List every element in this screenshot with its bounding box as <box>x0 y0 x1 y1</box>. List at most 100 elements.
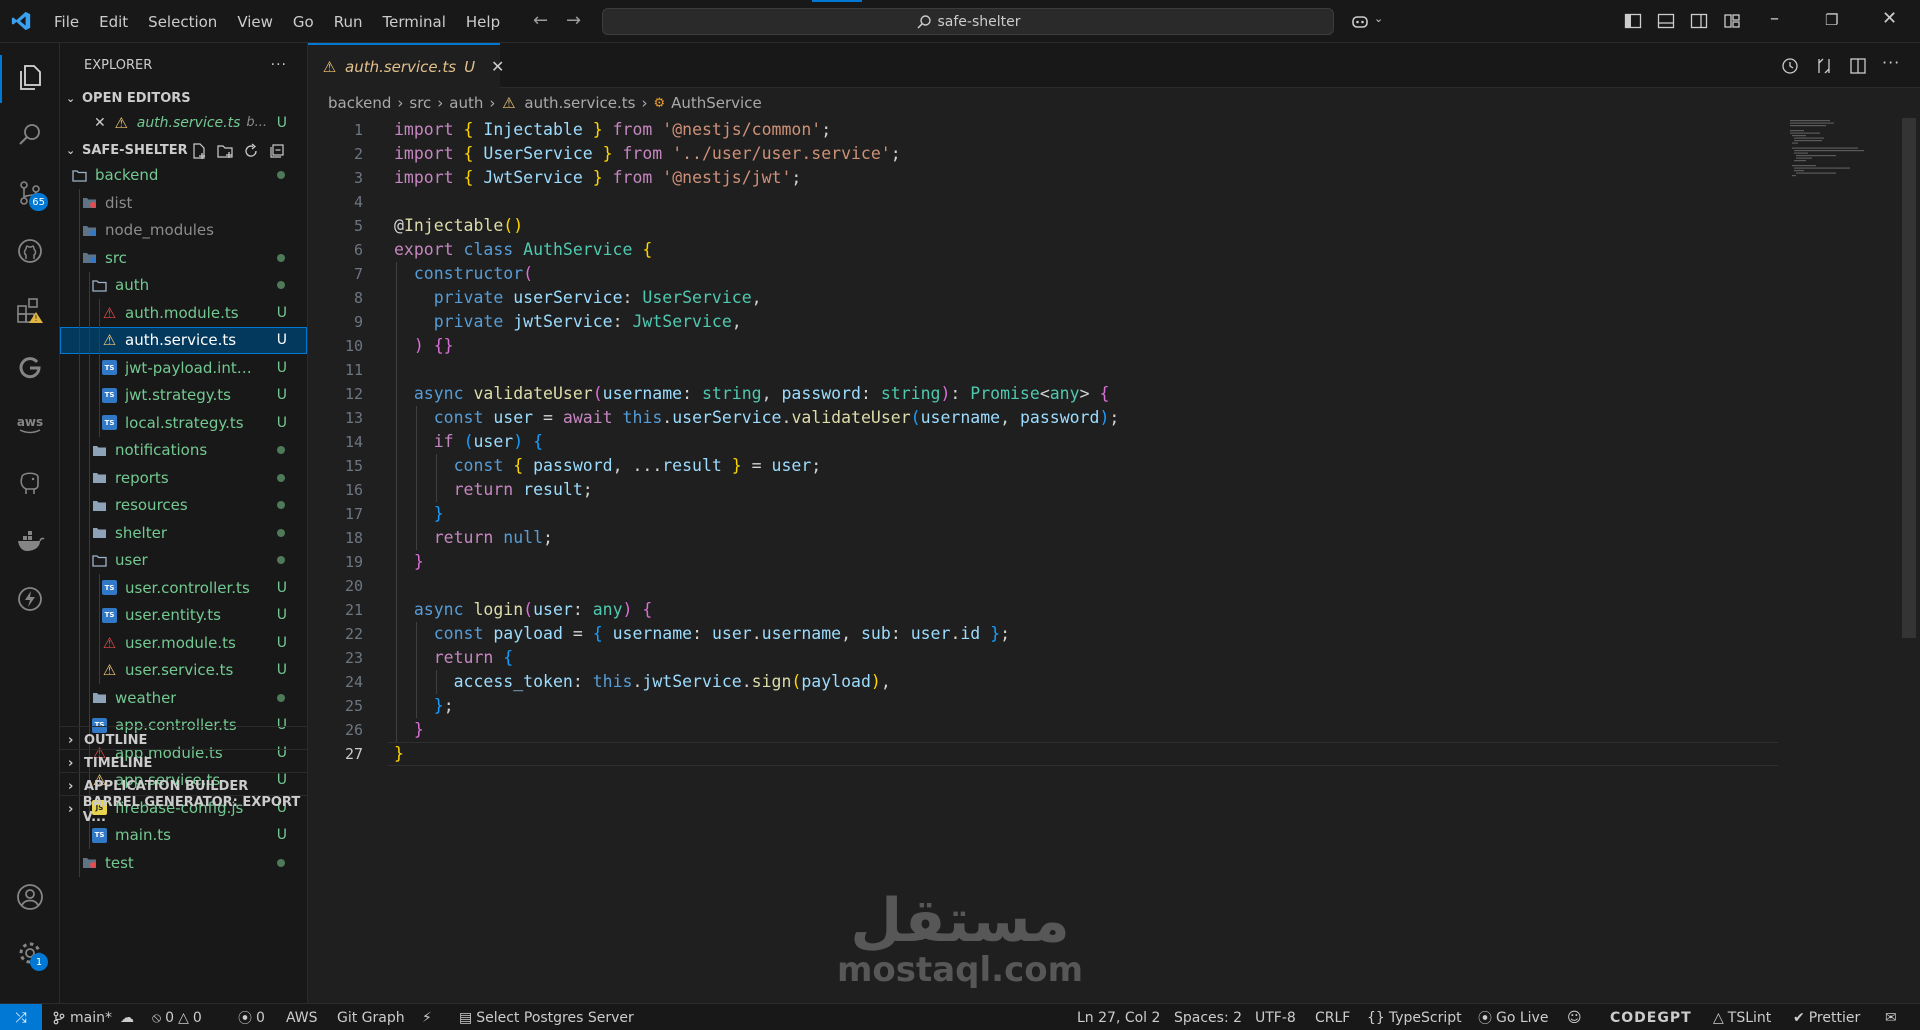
settings-gear-icon[interactable]: 1 <box>12 935 48 971</box>
open-editors-section[interactable]: ⌄ OPEN EDITORS <box>60 87 307 109</box>
tree-item[interactable]: reports <box>60 464 307 492</box>
sync-cloud-icon[interactable]: ☁ <box>120 1010 134 1026</box>
close-tab-icon[interactable]: ✕ <box>491 57 504 76</box>
breadcrumb-auth[interactable]: auth <box>449 94 483 112</box>
open-editor-item[interactable]: ✕ ⚠ auth.service.ts b... U <box>60 109 307 137</box>
code-token: validateUser <box>473 384 593 403</box>
copilot-icon[interactable] <box>1350 11 1370 31</box>
tree-item[interactable]: ⚠ auth.module.ts U <box>60 299 307 327</box>
split-editor-icon[interactable] <box>1848 56 1868 76</box>
tree-item[interactable]: weather <box>60 684 307 712</box>
explorer-icon[interactable] <box>12 59 48 95</box>
breadcrumb-src[interactable]: src <box>409 94 431 112</box>
toggle-panel-icon[interactable] <box>1656 11 1676 31</box>
tree-item[interactable]: dist <box>60 189 307 217</box>
forward-arrow-icon[interactable]: → <box>566 10 581 31</box>
postgres-elephant-icon[interactable] <box>12 465 48 501</box>
source-control-icon[interactable]: 65 <box>12 175 48 211</box>
search-view-icon[interactable] <box>12 117 48 153</box>
menu-file[interactable]: File <box>44 13 89 31</box>
command-center-search[interactable]: safe-shelter <box>602 8 1334 35</box>
git-graph-status[interactable]: Git Graph <box>337 1004 405 1030</box>
tree-item[interactable]: ⚠ user.service.ts U <box>60 656 307 684</box>
postgres-status[interactable]: ▤ Select Postgres Server <box>459 1004 634 1030</box>
menu-view[interactable]: View <box>227 13 283 31</box>
gitlens-icon[interactable] <box>12 349 48 385</box>
accounts-icon[interactable] <box>12 879 48 915</box>
menu-selection[interactable]: Selection <box>138 13 227 31</box>
branch-status[interactable]: main* ☁ <box>52 1004 134 1030</box>
tree-item[interactable]: backend <box>60 162 307 190</box>
breadcrumb-symbol[interactable]: AuthService <box>671 94 762 112</box>
tree-item[interactable]: TS main.ts U <box>60 821 307 849</box>
minimap[interactable] <box>1788 118 1888 178</box>
tree-item[interactable]: resources <box>60 491 307 519</box>
tree-item[interactable]: user <box>60 546 307 574</box>
aws-status[interactable]: AWS <box>286 1004 318 1030</box>
project-section[interactable]: ⌄ SAFE-SHELTER <box>60 140 307 162</box>
extensions-icon[interactable]: ! <box>12 291 48 327</box>
menu-terminal[interactable]: Terminal <box>373 13 456 31</box>
restore-icon[interactable]: ❐ <box>1825 11 1838 29</box>
prettier-status[interactable]: ✔ Prettier <box>1793 1004 1860 1030</box>
lightning-icon[interactable]: ⚡ <box>422 1004 432 1030</box>
thunder-client-icon[interactable] <box>12 581 48 617</box>
code-line: } <box>394 742 404 766</box>
tree-item[interactable]: ⚠ auth.service.ts U <box>60 326 307 354</box>
tree-item[interactable]: node_modules <box>60 216 307 244</box>
menu-edit[interactable]: Edit <box>89 13 138 31</box>
timeline-history-icon[interactable] <box>1780 56 1800 76</box>
tree-item[interactable]: auth <box>60 271 307 299</box>
copilot-chevron-icon[interactable]: ⌄ <box>1374 12 1383 25</box>
encoding-status[interactable]: UTF-8 <box>1255 1004 1296 1030</box>
breadcrumb-file[interactable]: auth.service.ts <box>524 94 635 112</box>
new-folder-icon[interactable] <box>216 142 234 160</box>
tree-item[interactable]: TS user.entity.ts U <box>60 601 307 629</box>
tslint-status[interactable]: △ TSLint <box>1713 1004 1771 1030</box>
customize-layout-icon[interactable] <box>1722 11 1742 31</box>
close-window-icon[interactable]: ✕ <box>1882 8 1897 29</box>
tree-item[interactable]: notifications <box>60 436 307 464</box>
refresh-icon[interactable] <box>242 142 260 160</box>
tree-item[interactable]: shelter <box>60 519 307 547</box>
explorer-more-icon[interactable]: ··· <box>271 57 287 73</box>
tree-item[interactable]: TS jwt-payload.interf... U <box>60 354 307 382</box>
ports-status[interactable]: ⦿ 0 <box>238 1004 265 1030</box>
close-editor-icon[interactable]: ✕ <box>94 115 106 131</box>
tree-item[interactable]: TS user.controller.ts U <box>60 574 307 602</box>
github-icon[interactable] <box>12 233 48 269</box>
breadcrumb-backend[interactable]: backend <box>328 94 391 112</box>
barrel-generator-section[interactable]: › BARREL GENERATOR: EXPORT V... <box>60 795 307 825</box>
toggle-secondary-sidebar-icon[interactable] <box>1689 11 1709 31</box>
notifications-bell-icon[interactable]: ✉ <box>1885 1004 1897 1030</box>
eol-status[interactable]: CRLF <box>1315 1004 1350 1030</box>
problems-status[interactable]: ⦸ 0 △ 0 <box>152 1004 202 1030</box>
indentation-status[interactable]: Spaces: 2 <box>1174 1004 1242 1030</box>
copilot-status-icon[interactable]: ☺ <box>1567 1004 1582 1030</box>
more-actions-icon[interactable]: ··· <box>1882 53 1900 72</box>
menu-run[interactable]: Run <box>324 13 373 31</box>
tree-item[interactable]: test <box>60 849 307 877</box>
tree-item[interactable]: TS local.strategy.ts U <box>60 409 307 437</box>
go-live-status[interactable]: ⦿ Go Live <box>1478 1004 1548 1030</box>
docker-whale-icon[interactable] <box>12 523 48 559</box>
open-changes-icon[interactable] <box>1814 56 1834 76</box>
tree-item[interactable]: src <box>60 244 307 272</box>
tree-item[interactable]: ⚠ user.module.ts U <box>60 629 307 657</box>
cursor-position-status[interactable]: Ln 27, Col 2 <box>1077 1004 1160 1030</box>
code-token: user <box>771 456 812 475</box>
tab-auth-service[interactable]: ⚠ auth.service.ts U ✕ <box>308 43 504 88</box>
remote-indicator-icon[interactable]: ⤮ <box>0 1004 42 1030</box>
codegpt-status[interactable]: CODEGPT <box>1610 1004 1692 1030</box>
menu-go[interactable]: Go <box>283 13 324 31</box>
vertical-scrollbar[interactable] <box>1902 118 1916 638</box>
collapse-all-icon[interactable] <box>268 142 286 160</box>
aws-icon[interactable]: aws <box>12 407 48 443</box>
new-file-icon[interactable] <box>190 142 208 160</box>
toggle-primary-sidebar-icon[interactable] <box>1623 11 1643 31</box>
menu-help[interactable]: Help <box>456 13 510 31</box>
language-status[interactable]: {} TypeScript <box>1367 1004 1462 1030</box>
back-arrow-icon[interactable]: ← <box>533 10 548 31</box>
minimize-icon[interactable]: – <box>1770 8 1779 29</box>
tree-item[interactable]: TS jwt.strategy.ts U <box>60 381 307 409</box>
